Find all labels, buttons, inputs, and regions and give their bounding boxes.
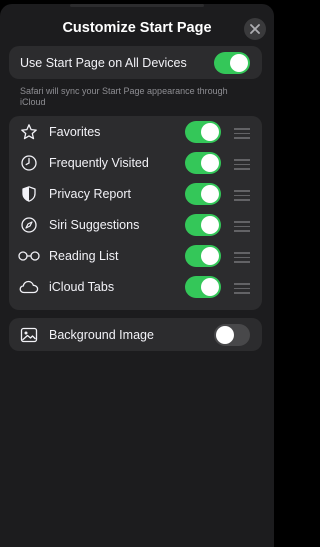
reorder-handle-icon[interactable]	[234, 128, 250, 139]
sync-toggle[interactable]	[214, 52, 250, 74]
clock-icon	[19, 153, 39, 173]
section-row-frequently-visited: Frequently Visited	[9, 147, 262, 178]
toggle-knob	[201, 216, 219, 234]
sync-footnote: Safari will sync your Start Page appeara…	[20, 86, 228, 107]
reorder-handle-icon[interactable]	[234, 159, 250, 170]
reorder-handle-icon[interactable]	[234, 221, 250, 232]
siri-suggestions-toggle[interactable]	[185, 214, 221, 236]
section-label: Siri Suggestions	[49, 217, 140, 232]
sheet-grabber[interactable]	[70, 4, 204, 7]
toggle-knob	[201, 123, 219, 141]
close-icon	[250, 24, 260, 34]
reorder-handle-icon[interactable]	[234, 283, 250, 294]
background-image-toggle[interactable]	[214, 324, 250, 346]
star-icon	[19, 122, 39, 142]
toggle-knob	[216, 326, 234, 344]
compass-icon	[19, 215, 39, 235]
reorder-handle-icon[interactable]	[234, 252, 250, 263]
section-label: Privacy Report	[49, 186, 131, 201]
section-row-favorites: Favorites	[9, 116, 262, 147]
sections-card: Favorites Frequently Visited Privacy Rep…	[9, 116, 262, 310]
favorites-toggle[interactable]	[185, 121, 221, 143]
toggle-knob	[201, 185, 219, 203]
toggle-knob	[201, 247, 219, 265]
section-label: Reading List	[49, 248, 119, 263]
frequently-visited-toggle[interactable]	[185, 152, 221, 174]
customize-start-page-sheet: Customize Start Page Use Start Page on A…	[0, 4, 274, 547]
sync-row: Use Start Page on All Devices	[9, 46, 262, 79]
glasses-icon	[17, 246, 41, 266]
sheet-header: Customize Start Page	[0, 14, 274, 44]
close-button[interactable]	[244, 18, 266, 40]
photo-icon	[19, 325, 39, 345]
toggle-knob	[230, 54, 248, 72]
page-title: Customize Start Page	[62, 20, 212, 36]
cloud-icon	[19, 277, 39, 297]
toggle-knob	[201, 154, 219, 172]
background-image-label: Background Image	[49, 327, 154, 342]
section-row-privacy-report: Privacy Report	[9, 178, 262, 209]
icloud-tabs-toggle[interactable]	[185, 276, 221, 298]
toggle-knob	[201, 278, 219, 296]
section-row-siri-suggestions: Siri Suggestions	[9, 209, 262, 240]
section-row-icloud-tabs: iCloud Tabs	[9, 271, 262, 302]
background-image-card: Background Image	[9, 318, 262, 351]
sync-card: Use Start Page on All Devices	[9, 46, 262, 79]
section-label: iCloud Tabs	[49, 279, 115, 294]
section-row-reading-list: Reading List	[9, 240, 262, 271]
reading-list-toggle[interactable]	[185, 245, 221, 267]
background-image-row: Background Image	[9, 318, 262, 351]
reorder-handle-icon[interactable]	[234, 190, 250, 201]
shield-icon	[19, 184, 39, 204]
section-label: Frequently Visited	[49, 155, 149, 170]
section-label: Favorites	[49, 124, 101, 139]
privacy-report-toggle[interactable]	[185, 183, 221, 205]
sync-label: Use Start Page on All Devices	[20, 55, 187, 70]
